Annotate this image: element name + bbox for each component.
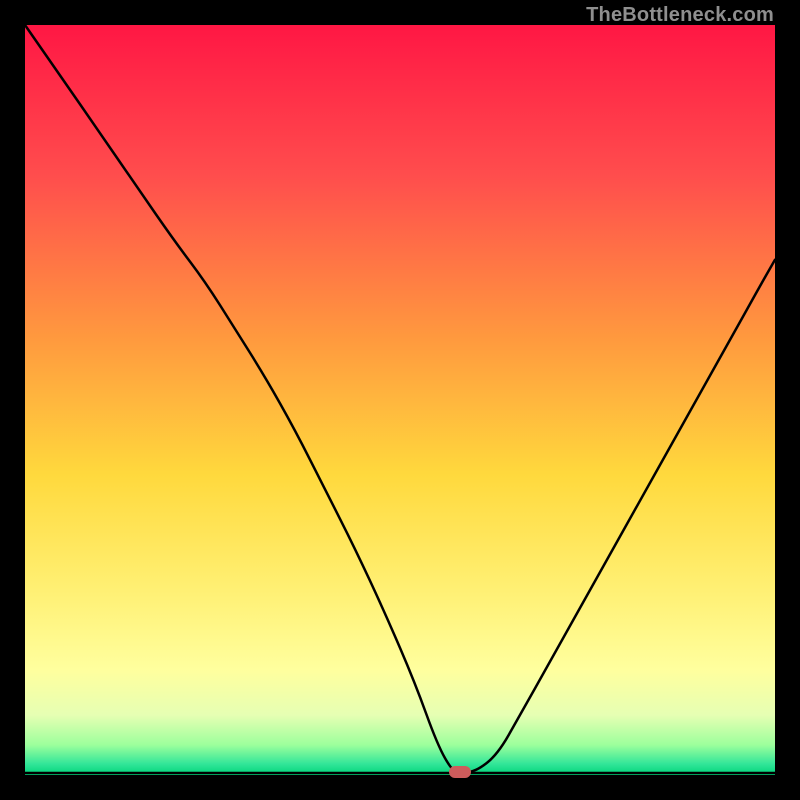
bottleneck-curve bbox=[25, 25, 775, 775]
watermark-text: TheBottleneck.com bbox=[586, 4, 774, 27]
minimum-marker bbox=[449, 766, 471, 778]
chart-container: TheBottleneck.com bbox=[0, 0, 800, 800]
plot-area bbox=[25, 25, 775, 775]
